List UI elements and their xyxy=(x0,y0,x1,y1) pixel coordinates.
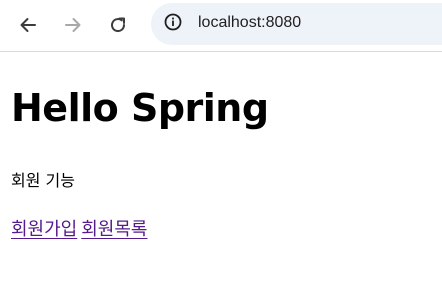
site-info-button[interactable] xyxy=(158,9,188,39)
forward-button[interactable] xyxy=(57,9,89,41)
page-content: Hello Spring 회원 기능 회원가입 회원목록 xyxy=(0,53,442,297)
info-icon xyxy=(163,12,183,36)
member-list-link[interactable]: 회원목록 xyxy=(81,219,147,240)
reload-button[interactable] xyxy=(102,9,134,41)
page-title: Hello Spring xyxy=(11,86,269,130)
signup-link[interactable]: 회원가입 xyxy=(11,219,77,240)
member-links: 회원가입 회원목록 xyxy=(11,221,148,239)
arrow-left-icon xyxy=(18,15,38,35)
address-bar[interactable]: localhost:8080 xyxy=(151,3,442,45)
member-feature-label: 회원 기능 xyxy=(11,171,75,190)
back-button[interactable] xyxy=(12,9,44,41)
arrow-right-icon xyxy=(63,15,83,35)
url-text[interactable]: localhost:8080 xyxy=(198,14,301,32)
browser-toolbar: localhost:8080 xyxy=(0,0,442,52)
reload-icon xyxy=(108,15,128,35)
